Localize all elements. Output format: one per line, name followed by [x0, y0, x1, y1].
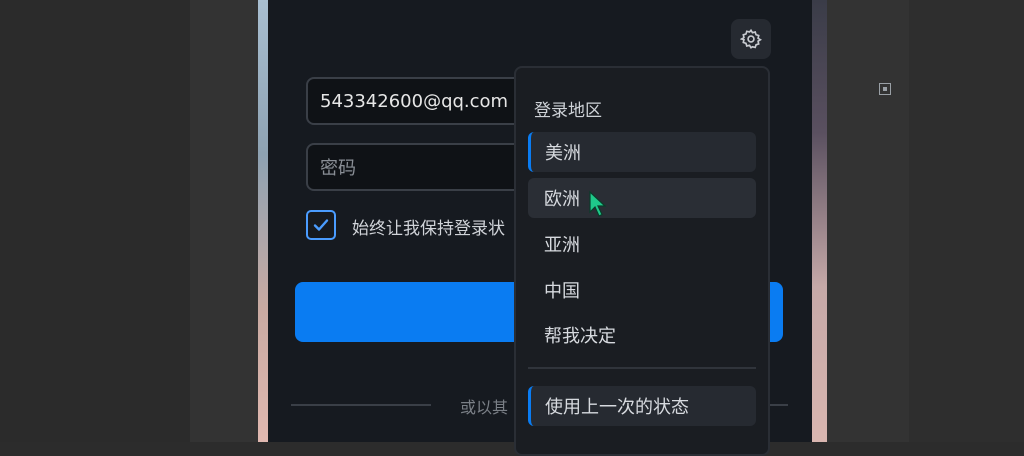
region-item-asia[interactable]: 亚洲	[528, 224, 756, 264]
password-field[interactable]: 密码	[306, 143, 546, 191]
region-item-china[interactable]: 中国	[528, 270, 756, 310]
region-item-label: 帮我决定	[544, 326, 616, 347]
region-item-europe[interactable]: 欧洲	[528, 178, 756, 218]
background-strip	[190, 0, 258, 442]
use-last-state-label: 使用上一次的状态	[545, 397, 689, 418]
region-menu-title: 登录地区	[534, 101, 602, 121]
check-icon	[313, 219, 329, 231]
settings-button[interactable]	[731, 19, 771, 59]
region-item-label: 美洲	[545, 143, 581, 164]
small-square-icon	[879, 83, 891, 95]
alt-login-label: 或以其	[460, 398, 509, 417]
region-item-auto[interactable]: 帮我决定	[528, 315, 756, 355]
menu-separator	[528, 367, 756, 369]
region-item-americas[interactable]: 美洲	[528, 132, 756, 172]
remember-checkbox[interactable]	[306, 210, 336, 240]
email-value: 543342600@qq.com	[320, 90, 509, 112]
background-left	[0, 0, 190, 442]
region-item-label: 中国	[544, 281, 580, 302]
background-strip-right	[827, 0, 909, 442]
remember-label: 始终让我保持登录状	[352, 219, 505, 239]
use-last-state-item[interactable]: 使用上一次的状态	[528, 386, 756, 426]
region-item-label: 亚洲	[544, 235, 580, 256]
gear-icon	[740, 28, 762, 49]
wallpaper-edge-right	[812, 0, 827, 442]
mouse-cursor-icon	[589, 190, 607, 217]
password-placeholder: 密码	[320, 158, 356, 179]
divider-left	[291, 404, 431, 406]
background-far-right	[909, 0, 1024, 442]
email-field[interactable]: 543342600@qq.com	[306, 77, 546, 125]
wallpaper-edge-left	[258, 0, 268, 442]
region-item-label: 欧洲	[544, 189, 580, 210]
